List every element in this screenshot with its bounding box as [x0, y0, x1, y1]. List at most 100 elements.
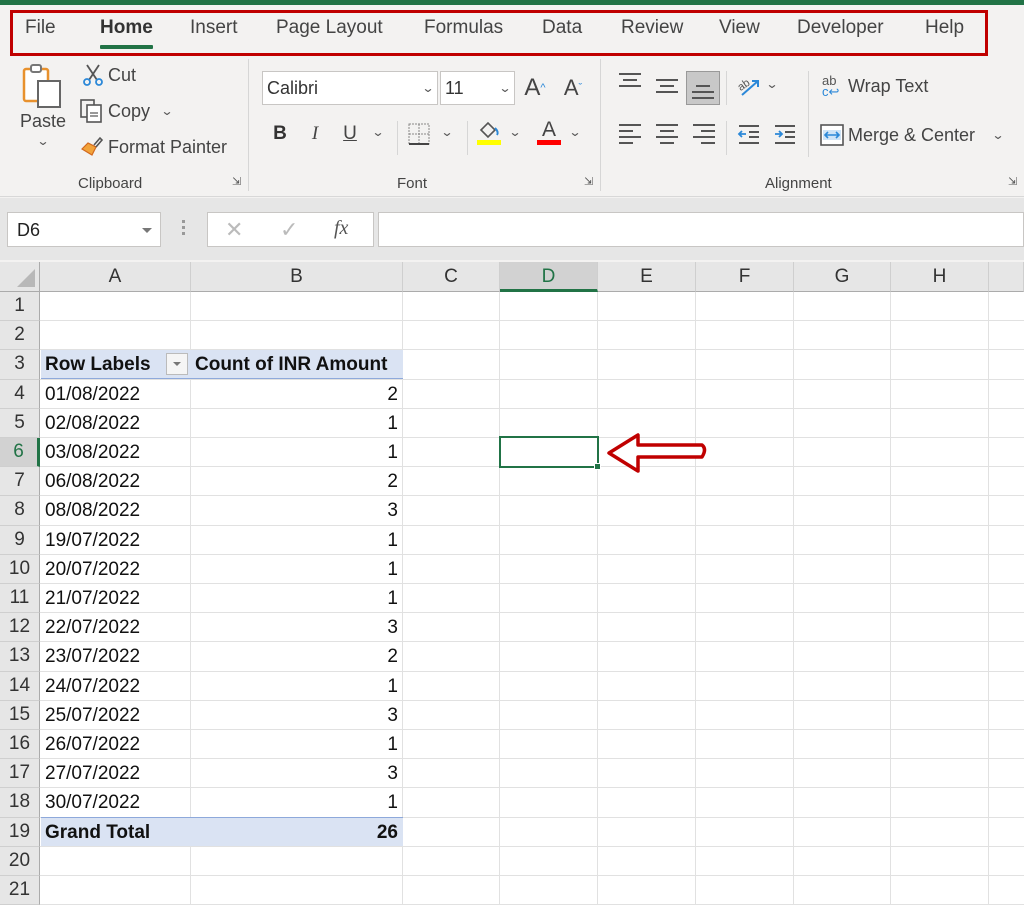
dialog-launcher-icon[interactable]: ⇲ [232, 176, 244, 188]
bottom-align-icon[interactable] [686, 71, 720, 105]
pivot-header-row-labels[interactable]: Row Labels [45, 350, 165, 379]
pivot-row-value[interactable]: 3 [195, 701, 398, 730]
row-header-6[interactable]: 6 [0, 438, 40, 468]
pivot-row-label[interactable]: 22/07/2022 [45, 613, 185, 642]
insert-function-icon[interactable]: fx [334, 217, 348, 240]
row-header-18[interactable]: 18 [0, 788, 40, 818]
format-painter-button[interactable]: Format Painter [80, 135, 227, 159]
column-header-e[interactable]: E [598, 262, 696, 292]
tab-insert[interactable]: Insert [190, 17, 238, 39]
top-align-icon[interactable] [615, 69, 645, 99]
row-header-10[interactable]: 10 [0, 554, 40, 584]
row-header-3[interactable]: 3 [0, 350, 40, 380]
select-all-button[interactable] [0, 262, 40, 292]
row-header-8[interactable]: 8 [0, 496, 40, 526]
pivot-row-label[interactable]: 23/07/2022 [45, 642, 185, 671]
column-header-f[interactable]: F [696, 262, 794, 292]
bold-button[interactable]: B [265, 119, 295, 149]
pivot-row-label[interactable]: 27/07/2022 [45, 759, 185, 788]
pivot-row-value[interactable]: 1 [195, 555, 398, 584]
pivot-row-label[interactable]: 02/08/2022 [45, 409, 185, 438]
italic-button[interactable]: I [300, 119, 330, 149]
dialog-launcher-icon[interactable]: ⇲ [584, 176, 596, 188]
pivot-row-value[interactable]: 1 [195, 526, 398, 555]
pivot-row-label[interactable]: 19/07/2022 [45, 526, 185, 555]
pivot-row-value[interactable]: 2 [195, 380, 398, 409]
pivot-row-label[interactable]: 06/08/2022 [45, 467, 185, 496]
paste-button[interactable]: Paste ⌄ [20, 63, 66, 148]
name-box[interactable]: D6 [7, 212, 161, 247]
check-icon[interactable]: ✓ [280, 217, 298, 243]
selected-cell-d6[interactable] [499, 436, 599, 468]
tab-file[interactable]: File [25, 17, 56, 39]
row-header-9[interactable]: 9 [0, 525, 40, 555]
chevron-down-icon[interactable]: ⌄ [440, 125, 453, 139]
pivot-row-label[interactable]: 01/08/2022 [45, 380, 185, 409]
tab-home[interactable]: Home [100, 17, 153, 49]
middle-align-icon[interactable] [652, 71, 682, 101]
wrap-text-button[interactable]: ab c↩ Wrap Text [822, 74, 928, 98]
orientation-icon[interactable]: ab [734, 71, 764, 101]
pivot-grand-total-value[interactable]: 26 [195, 818, 398, 847]
pivot-row-value[interactable]: 3 [195, 496, 398, 525]
tab-review[interactable]: Review [621, 17, 683, 39]
row-header-1[interactable]: 1 [0, 292, 40, 322]
increase-font-size-icon[interactable]: A ^ [520, 73, 550, 103]
row-header-16[interactable]: 16 [0, 730, 40, 760]
chevron-down-icon[interactable]: ⌄ [508, 125, 521, 139]
row-header-12[interactable]: 12 [0, 613, 40, 643]
grip-dots-icon[interactable] [182, 220, 186, 240]
row-header-17[interactable]: 17 [0, 759, 40, 789]
pivot-row-value[interactable]: 1 [195, 438, 398, 467]
pivot-row-value[interactable]: 3 [195, 613, 398, 642]
font-name-select[interactable]: Calibri ⌄ [262, 71, 438, 105]
row-header-11[interactable]: 11 [0, 584, 40, 614]
row-labels-filter-button[interactable] [166, 353, 188, 375]
pivot-row-label[interactable]: 21/07/2022 [45, 584, 185, 613]
pivot-row-label[interactable]: 26/07/2022 [45, 730, 185, 759]
column-header-partial[interactable] [989, 262, 1024, 292]
pivot-row-label[interactable]: 24/07/2022 [45, 672, 185, 701]
tab-page-layout[interactable]: Page Layout [276, 17, 383, 39]
pivot-row-value[interactable]: 1 [195, 730, 398, 759]
column-header-d[interactable]: D [500, 262, 598, 292]
chevron-down-icon[interactable]: ⌄ [371, 125, 384, 139]
copy-button[interactable]: Copy ⌄ [80, 99, 174, 123]
column-header-c[interactable]: C [403, 262, 500, 292]
pivot-row-value[interactable]: 1 [195, 788, 398, 817]
column-header-g[interactable]: G [794, 262, 891, 292]
decrease-indent-icon[interactable] [734, 119, 764, 149]
column-header-a[interactable]: A [40, 262, 191, 292]
pivot-row-label[interactable]: 08/08/2022 [45, 496, 185, 525]
align-center-icon[interactable] [652, 119, 682, 149]
column-header-b[interactable]: B [191, 262, 403, 292]
pivot-row-value[interactable]: 2 [195, 467, 398, 496]
caret-down-icon[interactable] [142, 228, 152, 233]
underline-button[interactable]: U [335, 119, 365, 149]
chevron-down-icon[interactable]: ⌄ [765, 77, 778, 91]
column-header-h[interactable]: H [891, 262, 989, 292]
borders-icon[interactable] [404, 119, 434, 149]
pivot-row-value[interactable]: 3 [195, 759, 398, 788]
row-header-14[interactable]: 14 [0, 671, 40, 701]
font-size-select[interactable]: 11 ⌄ [440, 71, 515, 105]
row-header-20[interactable]: 20 [0, 846, 40, 876]
pivot-row-label[interactable]: 03/08/2022 [45, 438, 185, 467]
formula-input[interactable] [378, 212, 1024, 247]
row-header-19[interactable]: 19 [0, 817, 40, 847]
font-color-button[interactable]: A [534, 117, 564, 147]
dialog-launcher-icon[interactable]: ⇲ [1008, 176, 1020, 188]
pivot-row-value[interactable]: 1 [195, 672, 398, 701]
pivot-row-value[interactable]: 1 [195, 409, 398, 438]
row-header-7[interactable]: 7 [0, 467, 40, 497]
pivot-row-label[interactable]: 30/07/2022 [45, 788, 185, 817]
pivot-row-label[interactable]: 25/07/2022 [45, 701, 185, 730]
pivot-row-label[interactable]: 20/07/2022 [45, 555, 185, 584]
row-header-13[interactable]: 13 [0, 642, 40, 672]
pivot-grand-total-label[interactable]: Grand Total [45, 818, 185, 847]
chevron-down-icon[interactable]: ⌄ [568, 125, 581, 139]
pivot-row-value[interactable]: 1 [195, 584, 398, 613]
row-header-21[interactable]: 21 [0, 876, 40, 905]
tab-data[interactable]: Data [542, 17, 582, 39]
pivot-header-count[interactable]: Count of INR Amount [195, 350, 398, 379]
